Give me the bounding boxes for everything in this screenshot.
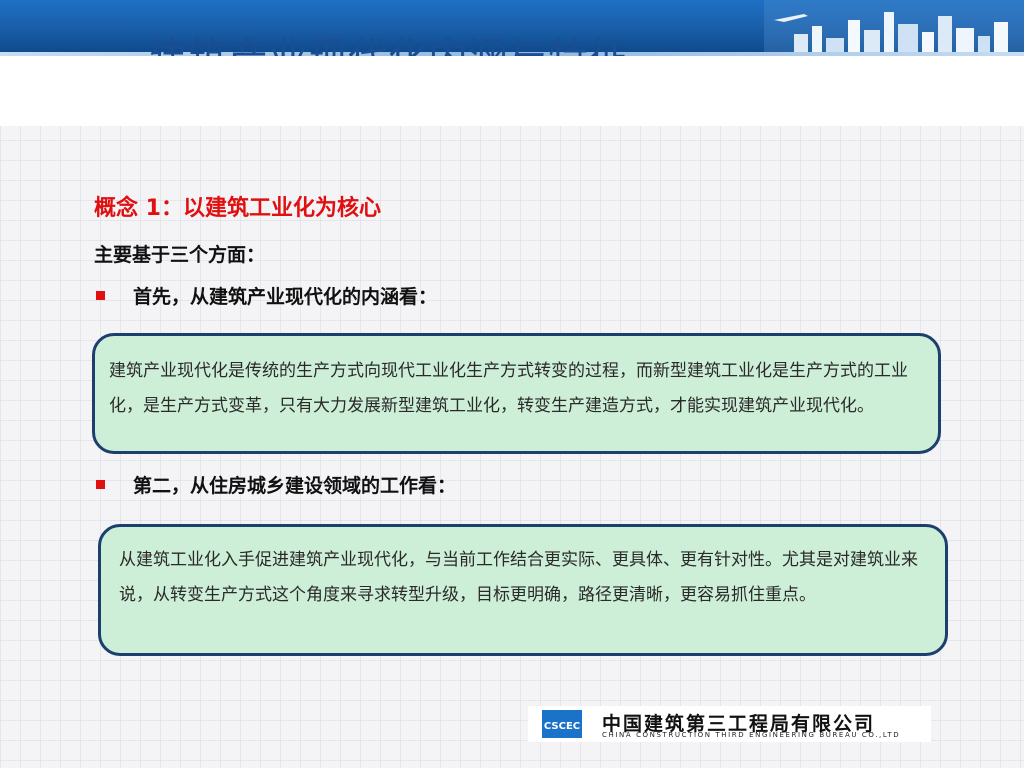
company-name-en: CHINA CONSTRUCTION THIRD ENGINEERING BUR… [602,731,901,739]
callout-text: 建筑产业现代化是传统的生产方式向现代工业化生产方式转变的过程，而新型建筑工业化是… [109,361,908,416]
concept-heading: 概念 1：以建筑工业化为核心 [94,196,381,221]
bullet-heading: 第二，从住房城乡建设领域的工作看： [133,475,457,497]
callout-box: 建筑产业现代化是传统的生产方式向现代工业化生产方式转变的过程，而新型建筑工业化是… [92,333,941,454]
city-skyline-graphic [764,0,1024,52]
page-title: 建筑产业现代化内涵与特征 [148,34,628,56]
title-area [0,56,1024,126]
bullet-square-icon [96,480,105,489]
company-logo: CSCEC 中国建筑第三工程局有限公司 CHINA CONSTRUCTION T… [528,706,931,742]
cscec-emblem-icon: CSCEC [542,710,582,738]
bullet-square-icon [96,291,105,300]
bullet-point-1: 首先，从建筑产业现代化的内涵看： [94,282,437,309]
emblem-text: CSCEC [544,721,580,732]
bullet-point-2: 第二，从住房城乡建设领域的工作看： [94,471,456,498]
callout-box: 从建筑工业化入手促进建筑产业现代化，与当前工作结合更实际、更具体、更有针对性。尤… [98,524,948,656]
intro-text: 主要基于三个方面： [94,244,266,266]
callout-text: 从建筑工业化入手促进建筑产业现代化，与当前工作结合更实际、更具体、更有针对性。尤… [119,550,918,605]
bullet-heading: 首先，从建筑产业现代化的内涵看： [133,286,438,308]
